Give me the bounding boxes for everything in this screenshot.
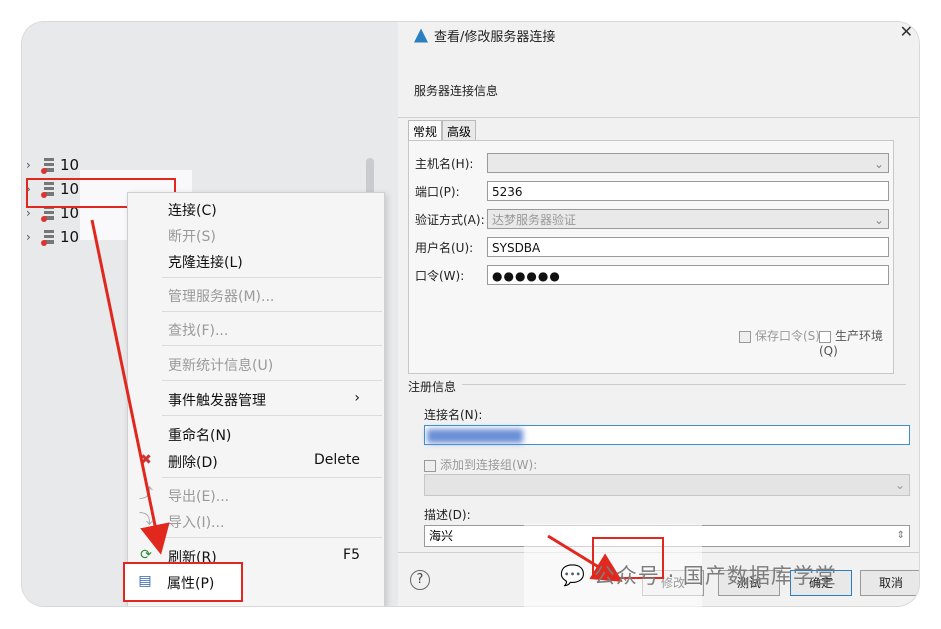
menu-item-event-trigger[interactable]: 事件触发器管理 › [128,387,384,411]
divider [398,117,919,118]
connection-name-input[interactable] [424,425,910,445]
chevron-down-icon: ⌄ [873,157,884,171]
auth-value: 达梦服务器验证 [492,213,577,227]
spinner-icon: ⇕ [896,530,905,541]
menu-item-label: 事件触发器管理 [168,393,266,409]
username-input[interactable]: SYSDBA [487,237,889,257]
menu-item-properties[interactable]: ▤ 属性(P) [127,570,242,594]
menu-divider [162,277,382,278]
username-label: 用户名(U): [415,241,474,255]
submenu-arrow-icon: › [354,390,360,406]
tree-item[interactable]: › 10 [26,226,79,248]
description-label: 描述(D): [424,508,471,522]
group-select[interactable]: ⌄ [424,474,910,496]
menu-divider [162,345,382,346]
export-icon: ⤴ [139,486,153,502]
menu-item-manage-server[interactable]: 管理服务器(M)... [128,283,384,307]
description-value: 海兴 [429,529,454,543]
expand-arrow-icon[interactable]: › [26,230,40,244]
menu-divider [162,537,382,538]
save-password-label: 保存口令(S) [755,329,820,343]
menu-item-label: 属性(P) [167,576,215,592]
host-combobox[interactable]: ⌄ [487,153,889,173]
auth-select[interactable]: 达梦服务器验证 ⌄ [487,209,889,229]
tab-general[interactable]: 常规 [408,120,443,140]
divider [462,384,906,385]
auth-label: 验证方式(A): [415,213,485,227]
redaction-blur [427,429,523,443]
dialog-subtitle: 服务器连接信息 [414,84,499,98]
menu-item-import[interactable]: ⤵ 导入(I)... [128,509,384,533]
menu-item-rename[interactable]: 重命名(N) [128,422,384,446]
close-icon[interactable]: ✕ [900,22,913,41]
password-label: 口令(W): [415,269,465,283]
menu-item-label: 克隆连接(L) [168,255,243,271]
database-icon [41,158,54,174]
expand-arrow-icon[interactable]: › [26,158,40,172]
watermark-text: 公众号 · 国产数据库学堂 [593,564,837,588]
menu-item-label: 导入(I)... [168,515,225,531]
save-password-checkbox[interactable]: 保存口令(S) [739,327,820,344]
menu-item-update-stats[interactable]: 更新统计信息(U) [128,352,384,376]
checkbox-icon [739,330,751,343]
add-to-group-label: 添加到连接组(W): [440,458,538,472]
app-logo-icon [414,28,428,43]
tree-item-label: 10 [60,156,80,174]
import-icon: ⤵ [139,512,153,528]
menu-divider [162,477,382,478]
connection-name-label: 连接名(N): [424,408,483,422]
help-button[interactable]: ? [410,570,430,590]
menu-item-delete[interactable]: ✖ 删除(D) Delete [128,449,384,473]
screenshot-frame: › 10 › 10 › 10 › 10 连接(C) 断开(S) 克隆连接(L) … [22,22,919,606]
menu-item-label: 断开(S) [168,229,216,245]
port-input[interactable]: 5236 [487,181,889,201]
general-panel: 主机名(H): ⌄ 端口(P): 5236 验证方式(A): 达梦服务器验证 ⌄ … [408,140,894,374]
production-env-checkbox[interactable]: 生产环境(Q) [819,327,893,358]
dialog-tabs: 常规 高级 [408,120,477,140]
menu-item-shortcut: Delete [314,452,360,468]
dialog-title: 查看/修改服务器连接 [414,26,555,45]
checkbox-icon [819,330,831,343]
cancel-button[interactable]: 取消 [860,570,919,596]
host-label: 主机名(H): [415,157,474,171]
properties-icon: ▤ [138,573,152,589]
password-input[interactable]: ●●●●●● [487,265,889,285]
edit-connection-dialog: 查看/修改服务器连接 ✕ 服务器连接信息 常规 高级 主机名(H): ⌄ 端口(… [398,22,919,606]
database-icon [41,230,54,246]
menu-divider [162,380,382,381]
checkbox-icon [424,459,436,472]
register-section-title: 注册信息 [408,380,457,394]
delete-icon: ✖ [140,452,152,468]
chevron-down-icon: ⌄ [873,213,884,227]
menu-item-disconnect[interactable]: 断开(S) [128,223,384,247]
database-icon [41,206,54,222]
menu-divider [162,415,382,416]
menu-divider [162,311,382,312]
menu-item-label: 导出(E)... [168,489,230,505]
menu-item-label: 更新统计信息(U) [168,358,274,374]
watermark: 💬 公众号 · 国产数据库学堂 [560,560,837,590]
tree-item[interactable]: › 10 [26,154,79,176]
menu-item-export[interactable]: ⤴ 导出(E)... [128,483,384,507]
dialog-title-text: 查看/修改服务器连接 [434,30,556,45]
tab-advanced[interactable]: 高级 [442,120,477,140]
expand-arrow-icon[interactable]: › [26,206,40,220]
chevron-down-icon: ⌄ [894,478,905,492]
refresh-icon: ⟳ [140,547,152,563]
menu-item-label: 重命名(N) [168,428,232,444]
menu-item-label: 查找(F)... [168,323,229,339]
menu-item-find[interactable]: 查找(F)... [128,317,384,341]
menu-item-label: 管理服务器(M)... [168,289,275,305]
tree-item-label: 10 [60,228,80,246]
menu-item-clone[interactable]: 克隆连接(L) [128,249,384,273]
context-menu: 连接(C) 断开(S) 克隆连接(L) 管理服务器(M)... 查找(F)...… [127,192,385,606]
menu-item-connect[interactable]: 连接(C) [128,197,384,221]
add-to-group-checkbox[interactable]: 添加到连接组(W): [424,456,537,473]
menu-item-label: 删除(D) [168,455,218,471]
menu-item-shortcut: F5 [343,547,360,563]
menu-item-label: 连接(C) [168,203,217,219]
wechat-icon: 💬 [560,563,586,587]
port-label: 端口(P): [415,185,460,199]
